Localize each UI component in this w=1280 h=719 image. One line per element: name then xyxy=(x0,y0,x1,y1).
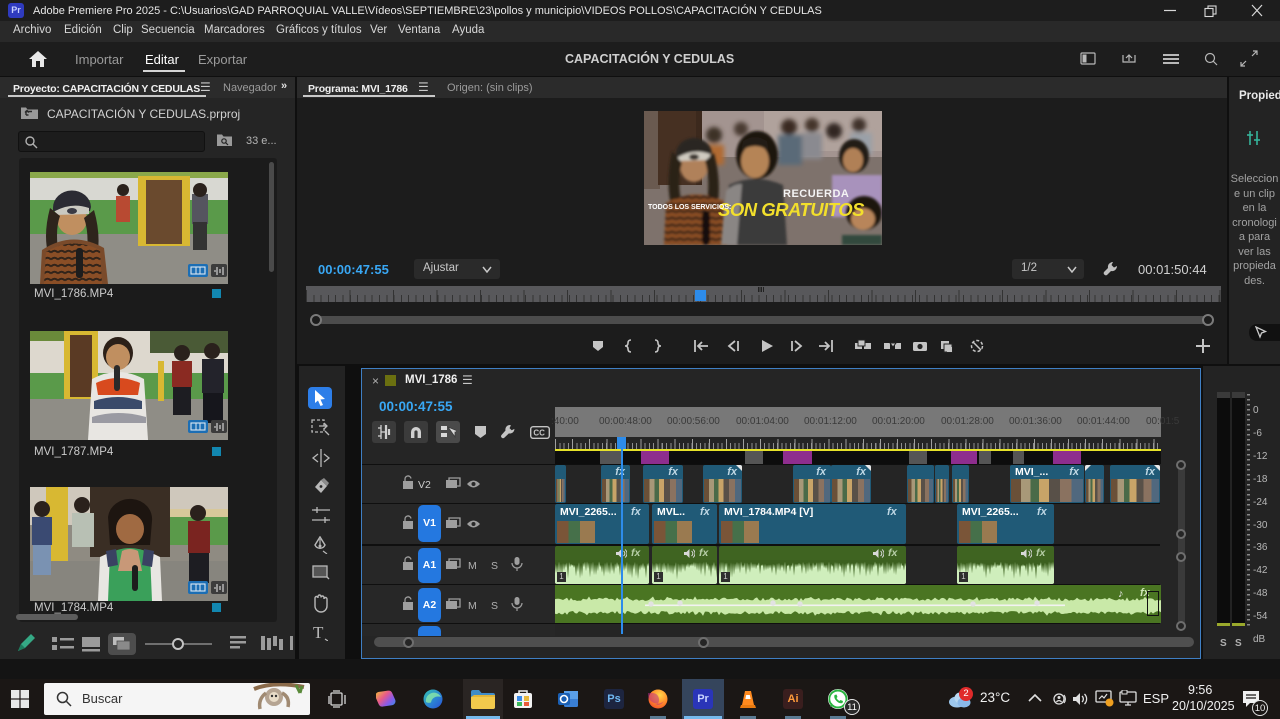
svg-text:TODOS LOS SERVICIOS:: TODOS LOS SERVICIOS: xyxy=(648,204,731,211)
svg-text:M: M xyxy=(468,600,477,612)
svg-text:CC: CC xyxy=(533,429,545,438)
svg-text:S: S xyxy=(491,560,498,572)
svg-text:V2: V2 xyxy=(418,479,431,491)
svg-text:M: M xyxy=(468,560,477,572)
svg-text:T: T xyxy=(313,624,324,641)
svg-text:SON GRATUITOS: SON GRATUITOS xyxy=(718,199,865,220)
svg-text:S: S xyxy=(491,600,498,612)
